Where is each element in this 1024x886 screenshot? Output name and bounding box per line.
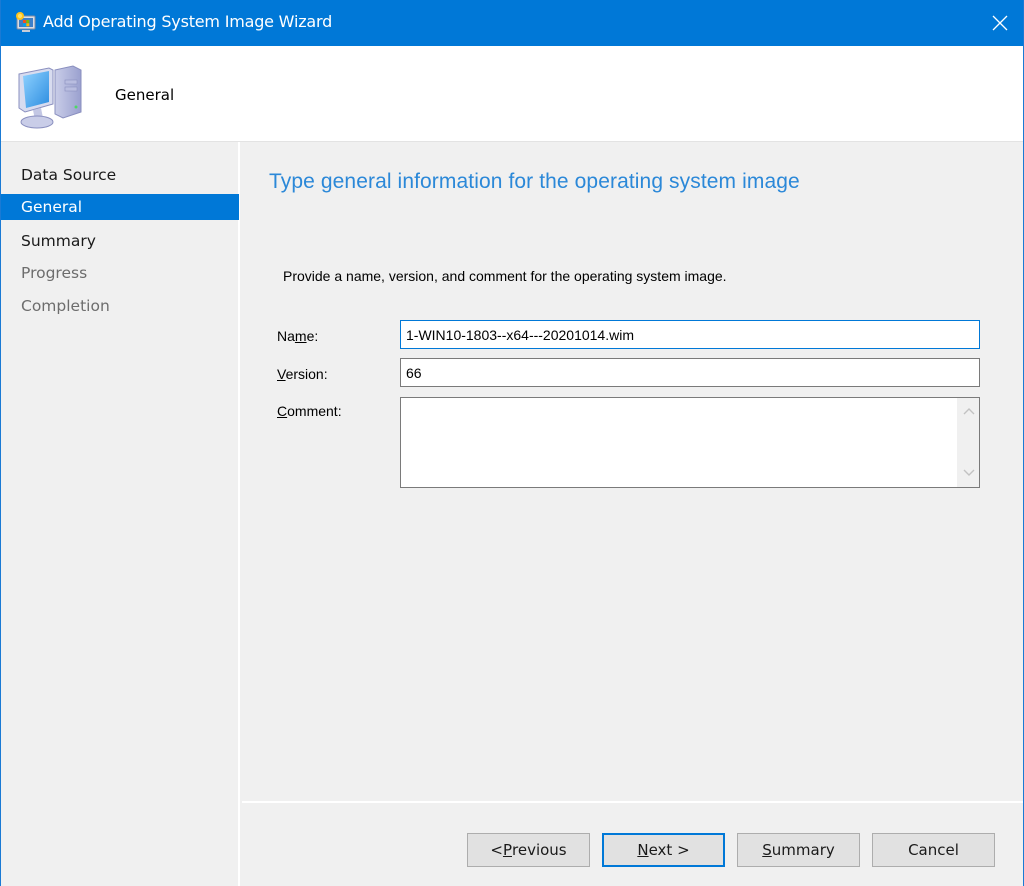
nav-item-summary[interactable]: Summary (1, 228, 239, 254)
previous-button[interactable]: < Previous (467, 833, 590, 867)
nav-item-general[interactable]: General (1, 194, 239, 220)
summary-button[interactable]: Summary (737, 833, 860, 867)
wizard-content: Type general information for the operati… (242, 142, 1023, 803)
nav-item-completion: Completion (21, 297, 110, 315)
comment-label: Comment: (277, 403, 342, 419)
cancel-button[interactable]: Cancel (872, 833, 995, 867)
title-bar: Add Operating System Image Wizard (1, 0, 1023, 46)
scroll-up-arrow[interactable] (958, 402, 980, 420)
computer-icon (15, 60, 87, 132)
version-label: Version: (277, 366, 328, 382)
chevron-down-icon (963, 469, 975, 476)
nav-item-progress: Progress (21, 264, 88, 282)
name-label: Name: (277, 328, 319, 344)
comment-textarea[interactable] (401, 398, 957, 487)
close-icon (992, 15, 1008, 31)
header-title: General (115, 86, 175, 104)
version-input[interactable] (400, 358, 980, 387)
page-heading: Type general information for the operati… (269, 170, 800, 193)
chevron-up-icon (963, 408, 975, 415)
close-button[interactable] (977, 0, 1023, 46)
wizard-header: General (1, 46, 1023, 142)
nav-item-data-source[interactable]: Data Source (1, 162, 239, 188)
wizard-steps-nav: Data Source General Summary Progress Com… (1, 142, 240, 886)
wizard-footer: < Previous Next > Summary Cancel (242, 805, 1023, 886)
wizard-window: Add Operating System Image Wizard Genera… (0, 0, 1024, 886)
window-title: Add Operating System Image Wizard (43, 12, 333, 31)
comment-field (400, 397, 980, 488)
scroll-down-arrow[interactable] (958, 464, 980, 482)
comment-scrollbar[interactable] (957, 398, 979, 487)
name-input[interactable] (400, 320, 980, 349)
next-button[interactable]: Next > (602, 833, 725, 867)
instruction-text: Provide a name, version, and comment for… (283, 268, 727, 284)
computer-wizard-icon (14, 11, 38, 35)
